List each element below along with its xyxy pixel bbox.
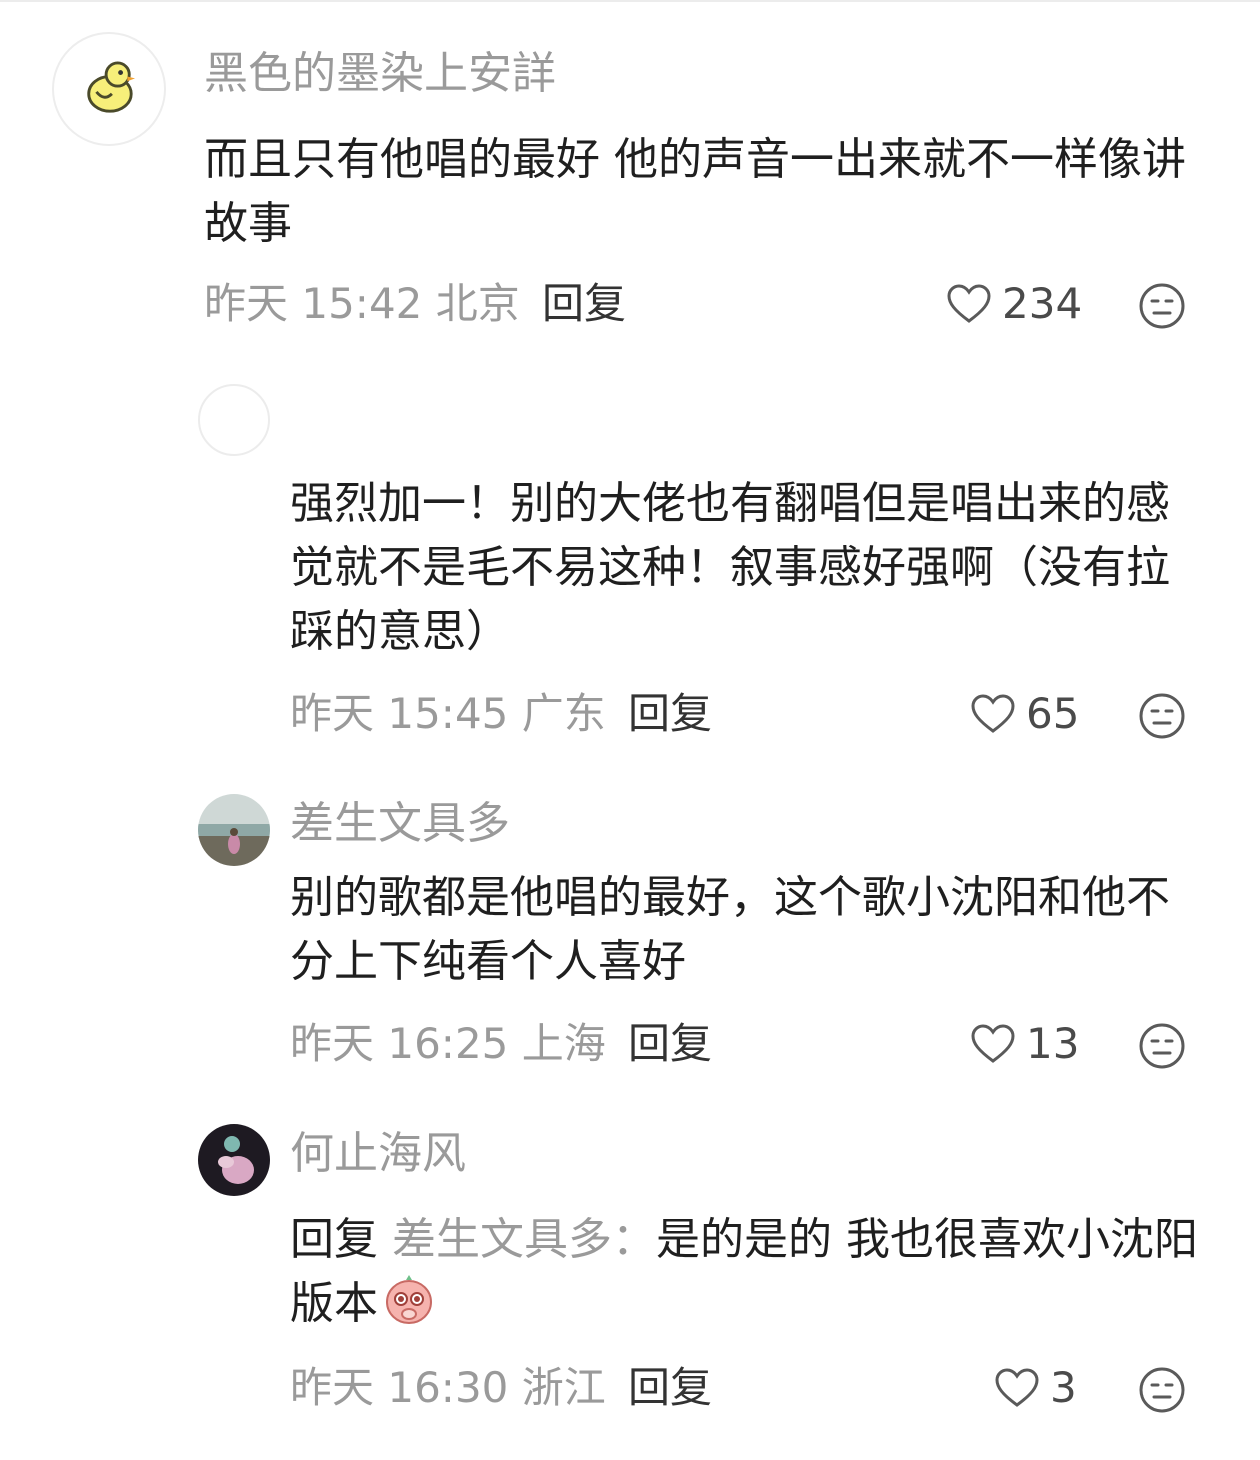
dislike-face-icon[interactable] (1138, 692, 1186, 740)
comment-time: 昨天 15:42 (204, 279, 423, 328)
chick-avatar-icon[interactable] (52, 32, 166, 146)
comment-time: 昨天 15:45 (290, 689, 509, 738)
comment-location: 浙江 (521, 1363, 606, 1412)
like-button[interactable]: 234 (946, 276, 1082, 332)
comment-text: 而且只有他唱的最好 他的声音一出来就不一样像讲故事 (204, 134, 1186, 249)
pleading-face-emoji-icon (382, 1272, 436, 1326)
comment-location: 上海 (521, 1019, 606, 1068)
comment-time: 昨天 16:30 (290, 1363, 509, 1412)
dark-photo-avatar-icon[interactable] (198, 1124, 270, 1196)
comment-location: 北京 (435, 279, 520, 328)
like-count: 13 (1026, 1019, 1080, 1068)
comment-meta: 昨天 16:25 上海 (290, 1016, 606, 1072)
heart-icon (970, 1023, 1016, 1065)
comment-username[interactable]: 黑色的墨染上安詳 (204, 46, 556, 102)
comment-username[interactable]: 差生文具多 (290, 796, 510, 852)
reply-prefix: 回复 (290, 1214, 378, 1265)
reply-button[interactable]: 回复 (628, 1016, 712, 1072)
dislike-face-icon[interactable] (1138, 1022, 1186, 1070)
comment-meta: 昨天 15:42 北京 (204, 276, 520, 332)
comment-text: 强烈加一！别的大佬也有翻唱但是唱出来的感觉就不是毛不易这种！叙事感好强啊（没有拉… (290, 478, 1170, 657)
dislike-face-icon[interactable] (1138, 282, 1186, 330)
heart-icon (946, 283, 992, 325)
reply-button[interactable]: 回复 (628, 1360, 712, 1416)
comment-text: 回复 差生文具多：是的是的 我也很喜欢小沈阳版本 (290, 1208, 1210, 1336)
dislike-face-icon[interactable] (1138, 1366, 1186, 1414)
comment-meta: 昨天 16:30 浙江 (290, 1360, 606, 1416)
reply-button[interactable]: 回复 (628, 686, 712, 742)
like-button[interactable]: 13 (970, 1016, 1079, 1072)
comment-meta: 昨天 15:45 广东 (290, 686, 606, 742)
like-button[interactable]: 3 (994, 1360, 1077, 1416)
like-count: 65 (1026, 689, 1080, 738)
reply-target-username[interactable]: 差生文具多： (392, 1214, 656, 1265)
comment-text: 别的歌都是他唱的最好，这个歌小沈阳和他不分上下纯看个人喜好 (290, 872, 1170, 987)
heart-icon (970, 693, 1016, 735)
seaside-photo-avatar-icon[interactable] (198, 794, 270, 866)
comment-time: 昨天 16:25 (290, 1019, 509, 1068)
comment-username[interactable]: 何止海风 (290, 1126, 466, 1182)
top-divider (0, 0, 1260, 2)
comment-location: 广东 (521, 689, 606, 738)
like-button[interactable]: 65 (970, 686, 1079, 742)
like-count: 234 (1002, 279, 1083, 328)
heart-icon (994, 1367, 1040, 1409)
like-count: 3 (1050, 1363, 1077, 1412)
blank-avatar-icon[interactable] (198, 384, 270, 456)
reply-button[interactable]: 回复 (542, 276, 626, 332)
